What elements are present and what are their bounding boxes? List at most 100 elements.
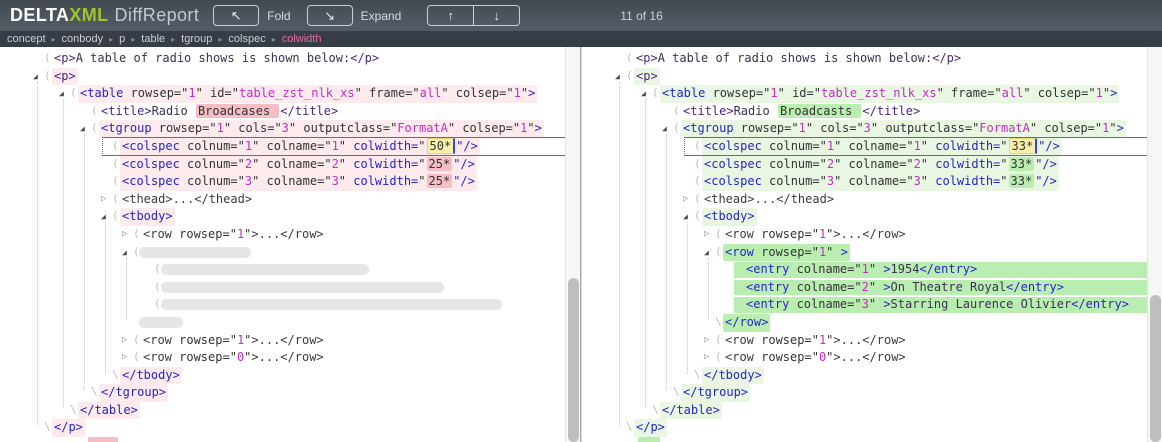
token: > [1117,121,1124,135]
next-diff-button[interactable]: ↓ [474,6,519,25]
token: id= [203,86,232,100]
expand-toggle-icon[interactable]: ▷ [704,349,709,367]
token: " [232,86,239,100]
expand-toggle-icon[interactable]: ▷ [704,226,709,244]
token: Radio [734,104,777,118]
code-line: ◢ (<p> [0,68,580,86]
collapse-toggle-icon[interactable]: ◢ [662,120,667,138]
token: 2 [332,157,339,171]
breadcrumb-separator-icon: ▸ [109,35,113,44]
code-text: <thead>...</thead> [702,191,836,209]
token: " [196,86,203,100]
placeholder-bar [139,247,251,258]
code-line: ◢(<p> [582,68,1162,86]
code-text: <tbody> [120,208,175,226]
close-marker: \ [652,401,659,419]
collapse-toggle-icon[interactable]: ◢ [683,208,688,226]
collapse-toggle-icon[interactable]: ◢ [101,208,106,226]
token: " [230,333,237,347]
token: <row [725,245,754,259]
expand-toggle-icon[interactable]: ▷ [122,332,127,350]
collapse-toggle-icon[interactable]: ◢ [59,85,64,103]
code-line: ( [0,279,580,297]
scrollbar-thumb[interactable] [1150,295,1161,442]
token: <entry [746,297,789,311]
code-text: <title>Radio Broadcases </title> [99,103,340,121]
collapse-toggle-icon[interactable]: ◢ [641,85,646,103]
close-marker: \ [70,401,77,419]
breadcrumb-item[interactable]: conbody [62,33,104,45]
expand-toggle-icon[interactable]: ▷ [101,191,106,209]
collapse-toggle-icon[interactable]: ◢ [122,244,127,262]
token: rowsep= [734,121,792,135]
code-text: </p> [634,419,667,437]
token: > [876,262,890,276]
breadcrumb-item[interactable]: tgroup [181,33,212,45]
code-text: <row rowsep="1">...</row> [723,332,908,350]
code-line: \</row> [582,314,1162,332]
fold-button[interactable]: ↖ [213,5,259,26]
token: rowsep= [754,245,812,259]
expand-button[interactable]: ↘ [307,5,353,26]
token: rowsep= [123,86,181,100]
expand-toggle-icon[interactable]: ▷ [122,349,127,367]
collapse-toggle-icon[interactable]: ◢ [33,68,38,86]
code-text: <colspec colnum="2" colname="2" colwidth… [120,156,477,174]
token: <row [725,333,754,347]
token: " [1000,174,1007,188]
token: 3 [245,174,252,188]
code-line: (<title>Radio Broadcases </title> [0,103,580,121]
collapse-toggle-icon[interactable]: ◢ [704,244,709,262]
token: 1 [217,121,224,135]
token: <p> [54,69,76,83]
code-text: <entry colname="3" >Starring Laurence Ol… [744,296,1131,314]
token: colnum= [762,157,820,171]
code-line: (<colspec colnum="2" colname="2" colwidt… [582,156,1162,174]
expand-arrow-icon: ↘ [324,8,335,24]
code-line: (<title>Radio Broadcasts </title> [582,103,1162,121]
token: " [506,86,513,100]
token: "/> [1035,157,1057,171]
code-line: ( [0,261,580,279]
collapse-toggle-icon[interactable]: ◢ [615,68,620,86]
code-text: <tbody> [702,208,757,226]
collapse-toggle-icon[interactable]: ◢ [80,120,85,138]
token: 1 [1096,86,1103,100]
token: </p> [350,51,379,65]
code-line: ◢(<tbody> [0,208,580,226]
token: " [224,121,231,135]
token: colname= [789,297,854,311]
expand-toggle-icon[interactable]: ▷ [683,191,688,209]
token: 2 [245,157,252,171]
scrollbar-thumb[interactable] [568,278,579,442]
breadcrumb-item[interactable]: concept [7,33,46,45]
token: " [778,86,785,100]
expand-toggle-icon[interactable]: ▷ [122,226,127,244]
breadcrumb-item[interactable]: p [119,33,125,45]
breadcrumb-separator-icon: ▸ [218,35,222,44]
token: </table> [80,403,138,417]
token: colwidth= [346,174,418,188]
code-line: \</tgroup> [0,384,580,402]
token: colname= [789,280,854,294]
added-highlight: Broadcasts [778,104,861,118]
token: outputclass= [878,121,972,135]
fold-marker: ( [44,67,51,85]
token: </row> [725,315,768,329]
expand-toggle-icon[interactable]: ▷ [704,332,709,350]
breadcrumb-item[interactable]: colspec [228,33,265,45]
breadcrumb-item[interactable]: table [141,33,165,45]
token: rowsep= [172,350,230,364]
token: rowsep= [152,121,210,135]
token: " [418,157,425,171]
previous-diff-button[interactable]: ↑ [428,6,474,25]
code-line: ◢(<tbody> [582,208,1162,226]
breadcrumb-separator-icon: ▸ [131,35,135,44]
token: frame= [944,86,995,100]
token: " [812,227,819,241]
token: "/> [1035,174,1057,188]
token: 2 [827,157,834,171]
token: >...</row> [833,227,905,241]
token: cols= [813,121,856,135]
code-text: <p> [52,68,78,86]
